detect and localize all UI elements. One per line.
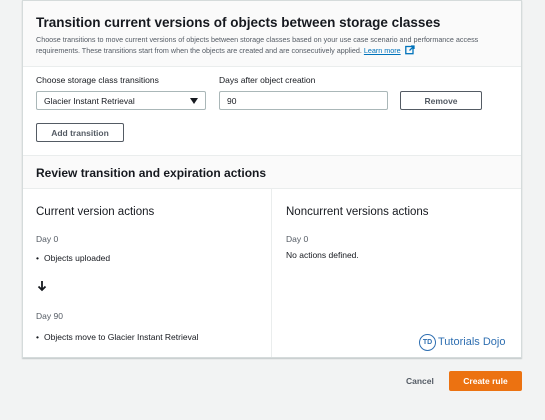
storage-class-value: Glacier Instant Retrieval [44,96,135,106]
current-day-0: Day 0 [36,234,59,244]
no-actions-text: No actions defined. [286,250,359,260]
lifecycle-rule-panel: Transition current versions of objects b… [22,0,522,358]
tutorials-dojo-watermark: TD Tutorials Dojo [419,333,506,351]
storage-class-select[interactable]: Glacier Instant Retrieval [36,91,206,110]
caret-down-icon [190,98,198,104]
td-logo-icon: TD [419,333,436,351]
noncurrent-version-actions: Noncurrent versions actions Day 0 No act… [286,189,516,357]
storage-class-label: Choose storage class transitions [36,75,159,85]
learn-more-link[interactable]: Learn more [364,46,401,55]
transitions-section-description: Choose transitions to move current versi… [36,35,511,57]
current-actions-title: Current version actions [36,206,155,218]
remove-button[interactable]: Remove [400,91,482,110]
current-day-90: Day 90 [36,311,63,321]
cancel-button[interactable]: Cancel [402,372,438,390]
transitions-section-title: Transition current versions of objects b… [36,15,441,30]
transitions-section-header: Transition current versions of objects b… [23,1,521,67]
days-label: Days after object creation [219,75,316,85]
watermark-text: Tutorials Dojo [438,336,506,348]
review-section-title: Review transition and expiration actions [36,166,267,180]
arrow-down-icon [37,279,47,297]
days-input[interactable]: 90 [219,91,388,110]
add-transition-button[interactable]: Add transition [36,123,124,142]
objects-move-item: Objects move to Glacier Instant Retrieva… [36,332,198,342]
external-link-icon[interactable] [404,44,415,58]
noncurrent-actions-title: Noncurrent versions actions [286,206,429,218]
transition-form: Choose storage class transitions Days af… [23,67,521,155]
review-section-header: Review transition and expiration actions [23,155,521,189]
current-version-actions: Current version actions Day 0 Objects up… [36,189,272,357]
noncurrent-day-0: Day 0 [286,234,309,244]
objects-uploaded-item: Objects uploaded [36,253,110,263]
create-rule-button[interactable]: Create rule [449,371,522,391]
